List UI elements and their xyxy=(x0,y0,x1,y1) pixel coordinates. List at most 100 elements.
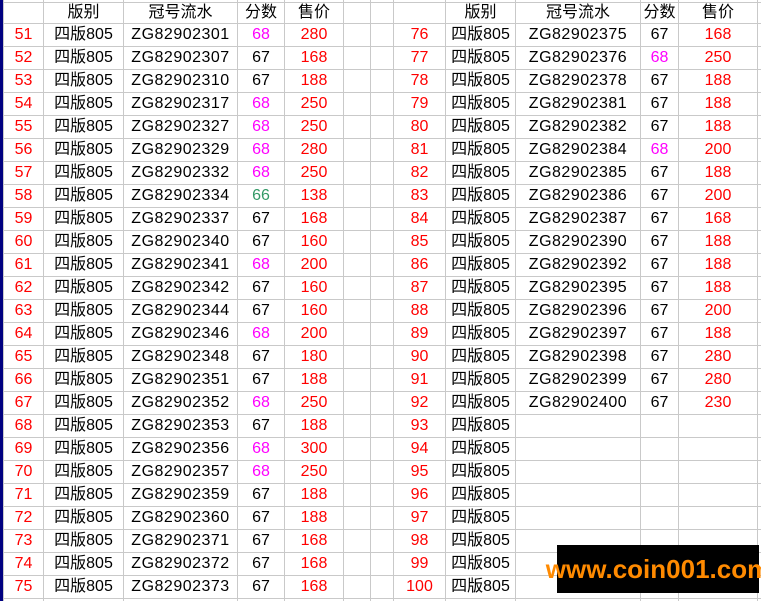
score-cell[interactable]: 67 xyxy=(640,368,679,392)
column-header-score-left[interactable]: 分数 xyxy=(237,2,285,24)
row-number-cell[interactable]: 82 xyxy=(393,161,446,185)
corner-cell[interactable] xyxy=(3,2,44,24)
row-number-cell[interactable]: 74 xyxy=(3,552,44,576)
serial-cell[interactable]: ZG82902337 xyxy=(123,207,238,231)
serial-cell[interactable]: ZG82902357 xyxy=(123,460,238,484)
serial-cell[interactable]: ZG82902342 xyxy=(123,276,238,300)
edition-cell[interactable]: 四版805 xyxy=(445,23,516,47)
empty-cell[interactable] xyxy=(343,460,371,484)
price-cell[interactable]: 168 xyxy=(284,552,344,576)
edition-cell[interactable]: 四版805 xyxy=(43,184,124,208)
edition-cell[interactable]: 四版805 xyxy=(43,23,124,47)
empty-cell[interactable] xyxy=(757,345,761,369)
edition-cell[interactable]: 四版805 xyxy=(43,276,124,300)
empty-cell[interactable] xyxy=(370,276,394,300)
price-cell[interactable]: 138 xyxy=(284,184,344,208)
price-cell[interactable]: 188 xyxy=(678,115,758,139)
price-cell[interactable]: 200 xyxy=(284,322,344,346)
serial-cell[interactable]: ZG82902390 xyxy=(515,230,641,254)
edition-cell[interactable]: 四版805 xyxy=(43,299,124,323)
empty-cell[interactable] xyxy=(343,161,371,185)
edition-cell[interactable]: 四版805 xyxy=(43,529,124,553)
price-cell[interactable]: 250 xyxy=(678,46,758,70)
row-number-cell[interactable]: 71 xyxy=(3,483,44,507)
row-number-cell[interactable]: 91 xyxy=(393,368,446,392)
edition-cell[interactable]: 四版805 xyxy=(445,115,516,139)
empty-cell[interactable] xyxy=(370,414,394,438)
column-header-price-right[interactable]: 售价 xyxy=(678,2,758,24)
empty-cell[interactable] xyxy=(343,253,371,277)
edition-cell[interactable]: 四版805 xyxy=(445,69,516,93)
score-cell[interactable] xyxy=(640,483,679,507)
price-cell[interactable]: 188 xyxy=(678,253,758,277)
row-number-cell[interactable]: 51 xyxy=(3,23,44,47)
empty-cell[interactable] xyxy=(757,253,761,277)
empty-cell[interactable] xyxy=(370,506,394,530)
column-header-serial-left[interactable]: 冠号流水 xyxy=(123,2,238,24)
score-cell[interactable]: 67 xyxy=(237,69,285,93)
empty-cell[interactable] xyxy=(370,460,394,484)
row-number-cell[interactable]: 76 xyxy=(393,23,446,47)
serial-cell[interactable]: ZG82902386 xyxy=(515,184,641,208)
edition-cell[interactable]: 四版805 xyxy=(445,253,516,277)
empty-cell[interactable] xyxy=(757,69,761,93)
empty-cell[interactable] xyxy=(370,92,394,116)
edition-cell[interactable]: 四版805 xyxy=(43,69,124,93)
score-cell[interactable] xyxy=(640,414,679,438)
empty-cell[interactable] xyxy=(343,115,371,139)
empty-cell[interactable] xyxy=(343,414,371,438)
edition-cell[interactable]: 四版805 xyxy=(43,345,124,369)
price-cell[interactable]: 188 xyxy=(678,161,758,185)
empty-cell[interactable] xyxy=(343,230,371,254)
empty-cell[interactable] xyxy=(343,575,371,599)
empty-cell[interactable] xyxy=(757,368,761,392)
score-cell[interactable]: 68 xyxy=(640,138,679,162)
score-cell[interactable]: 67 xyxy=(237,506,285,530)
price-cell[interactable]: 230 xyxy=(678,391,758,415)
empty-cell[interactable] xyxy=(370,23,394,47)
score-cell[interactable]: 67 xyxy=(237,207,285,231)
score-cell[interactable]: 67 xyxy=(237,46,285,70)
empty-cell[interactable] xyxy=(343,92,371,116)
empty-cell[interactable] xyxy=(370,253,394,277)
score-cell[interactable] xyxy=(640,460,679,484)
score-cell[interactable]: 68 xyxy=(640,46,679,70)
empty-cell[interactable] xyxy=(343,207,371,231)
empty-cell[interactable] xyxy=(757,437,761,461)
price-cell[interactable] xyxy=(678,460,758,484)
price-cell[interactable]: 280 xyxy=(678,368,758,392)
price-cell[interactable]: 188 xyxy=(284,506,344,530)
serial-cell[interactable] xyxy=(515,483,641,507)
row-number-cell[interactable]: 60 xyxy=(3,230,44,254)
serial-cell[interactable]: ZG82902334 xyxy=(123,184,238,208)
price-cell[interactable]: 168 xyxy=(678,23,758,47)
serial-cell[interactable]: ZG82902381 xyxy=(515,92,641,116)
price-cell[interactable]: 168 xyxy=(678,207,758,231)
row-number-cell[interactable]: 81 xyxy=(393,138,446,162)
edition-cell[interactable]: 四版805 xyxy=(445,138,516,162)
empty-cell[interactable] xyxy=(370,299,394,323)
empty-cell[interactable] xyxy=(757,46,761,70)
score-cell[interactable]: 67 xyxy=(237,299,285,323)
empty-cell[interactable] xyxy=(343,23,371,47)
price-cell[interactable]: 250 xyxy=(284,92,344,116)
edition-cell[interactable]: 四版805 xyxy=(43,552,124,576)
price-cell[interactable]: 188 xyxy=(678,69,758,93)
empty-cell[interactable] xyxy=(343,368,371,392)
price-cell[interactable] xyxy=(678,483,758,507)
row-number-cell[interactable]: 89 xyxy=(393,322,446,346)
score-cell[interactable]: 67 xyxy=(237,483,285,507)
edition-cell[interactable]: 四版805 xyxy=(445,299,516,323)
score-cell[interactable] xyxy=(640,506,679,530)
price-cell[interactable]: 180 xyxy=(284,345,344,369)
empty-cell[interactable] xyxy=(757,161,761,185)
edition-cell[interactable]: 四版805 xyxy=(43,161,124,185)
price-cell[interactable]: 280 xyxy=(284,138,344,162)
score-cell[interactable]: 68 xyxy=(237,115,285,139)
serial-cell[interactable]: ZG82902332 xyxy=(123,161,238,185)
column-header-price-left[interactable]: 售价 xyxy=(284,2,344,24)
price-cell[interactable]: 250 xyxy=(284,460,344,484)
empty-cell[interactable] xyxy=(343,184,371,208)
row-number-cell[interactable]: 77 xyxy=(393,46,446,70)
empty-cell[interactable] xyxy=(343,69,371,93)
